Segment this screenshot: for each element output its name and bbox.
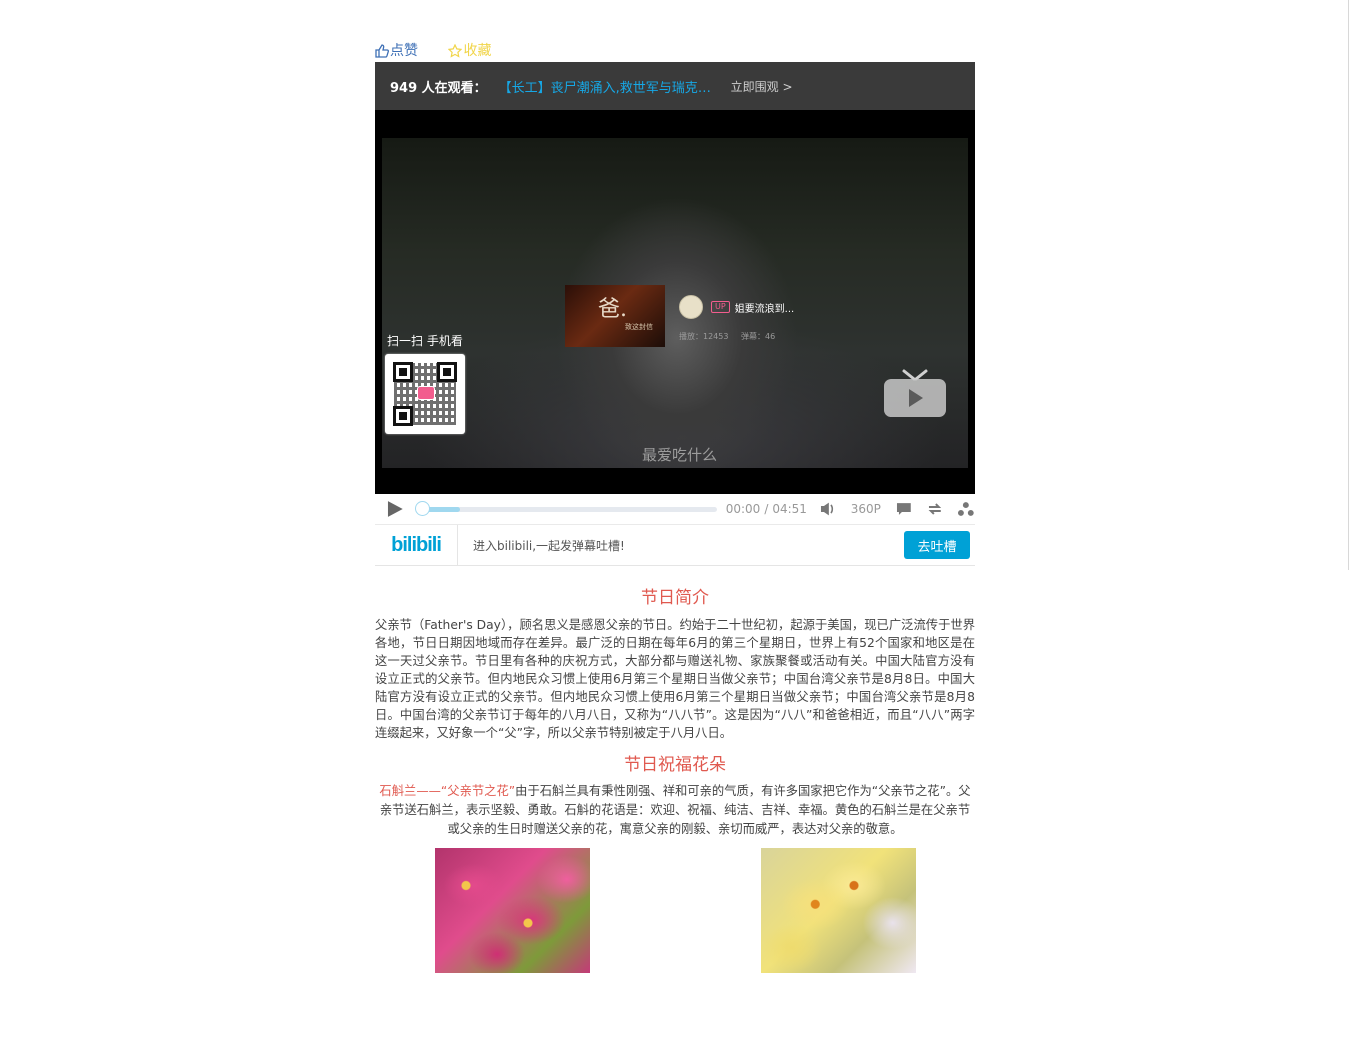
thumbnail-caption: 致这封信: [625, 323, 653, 331]
uploader-name[interactable]: 姐要流浪到...: [735, 300, 795, 315]
avatar[interactable]: [679, 295, 703, 319]
go-comment-button[interactable]: 去吐槽: [904, 531, 970, 559]
tv-play-icon[interactable]: [882, 367, 948, 419]
watching-count: 949 人在观看：: [390, 80, 487, 96]
live-title-link[interactable]: 【长工】丧尸潮涌入,救世军与瑞克团体大战: [499, 77, 721, 96]
danmaku-toggle-icon[interactable]: [896, 502, 912, 516]
volume-icon[interactable]: [820, 502, 836, 516]
favorite-button[interactable]: 收藏: [448, 40, 491, 62]
danmaku-bar: bilibili 进入bilibili,一起发弹幕吐槽! 去吐槽: [375, 525, 975, 566]
time-display: 00:00/04:51: [726, 502, 807, 516]
qr-code[interactable]: [385, 354, 465, 434]
pink-dendrobium-image: [435, 848, 590, 973]
quality-selector[interactable]: 360P: [851, 502, 881, 516]
up-badge: UP: [711, 301, 730, 313]
play-count: 播放：12453: [679, 332, 729, 341]
watch-now-link[interactable]: 立即围观 >: [731, 78, 793, 95]
play-icon[interactable]: [386, 500, 404, 518]
divider: [457, 525, 458, 565]
recommended-thumbnail[interactable]: 爸. 致这封信: [565, 285, 665, 347]
thumbnail-title: 爸.: [598, 297, 627, 322]
recommended-stats: 播放：12453 弹幕：46: [679, 331, 794, 342]
recommended-info: UP 姐要流浪到... 播放：12453 弹幕：46: [679, 285, 794, 347]
time-current: 00:00: [725, 502, 761, 516]
live-banner: 949 人在观看： 【长工】丧尸潮涌入,救世军与瑞克团体大战 立即围观 >: [375, 62, 975, 110]
progress-handle[interactable]: [414, 500, 430, 516]
scrollbar-edge[interactable]: [1348, 0, 1349, 570]
video-frame[interactable]: 爸. 致这封信 UP 姐要流浪到... 播放：12453 弹幕：46 最爱吃什么: [382, 138, 968, 468]
thumbs-up-icon: [375, 44, 389, 58]
recommended-video-card[interactable]: 爸. 致这封信 UP 姐要流浪到... 播放：12453 弹幕：46: [565, 285, 794, 347]
qr-corner: [437, 362, 457, 382]
danmaku-hint[interactable]: 进入bilibili,一起发弹幕吐槽!: [473, 537, 904, 554]
bilibili-logo[interactable]: bilibili: [375, 534, 457, 557]
favorite-label: 收藏: [463, 43, 492, 59]
video-subtitle: 最爱吃什么: [642, 446, 718, 464]
flower-paragraph: 石斛兰——“父亲节之花”由于石斛兰具有秉性刚强、祥和可亲的气质，有许多国家把它作…: [375, 782, 975, 839]
qr-corner: [393, 362, 413, 382]
qr-corner: [393, 406, 413, 426]
time-separator: /: [764, 502, 769, 516]
scan-label: 扫一扫 手机看: [387, 334, 463, 348]
flower-highlight: 石斛兰——“父亲节之花”: [379, 784, 516, 798]
player-controls: 00:00/04:51 360P: [375, 494, 975, 525]
like-button[interactable]: 点赞: [375, 40, 418, 62]
video-player[interactable]: 949 人在观看： 【长工】丧尸潮涌入,救世军与瑞克团体大战 立即围观 > 爸.…: [375, 62, 975, 494]
page-content: 点赞 收藏 949 人在观看： 【长工】丧尸潮涌入,救世军与瑞克团体大战 立即围…: [375, 40, 975, 988]
section-title-flowers: 节日祝福花朵: [624, 755, 726, 775]
danmaku-count: 弹幕：46: [741, 332, 776, 341]
time-total: 04:51: [772, 502, 807, 516]
yellow-dendrobium-image: [761, 848, 916, 973]
flower-photos: [375, 848, 975, 988]
action-bar: 点赞 收藏: [375, 40, 975, 62]
progress-bar[interactable]: [414, 500, 717, 516]
like-label: 点赞: [390, 43, 418, 59]
section-title-intro: 节日简介: [641, 588, 709, 608]
settings-icon[interactable]: [957, 501, 975, 517]
loop-icon[interactable]: [927, 502, 943, 516]
bilibili-tv-icon: [417, 386, 435, 400]
intro-paragraph: 父亲节（Father's Day），顾名思义是感恩父亲的节日。约始于二十世纪初，…: [375, 618, 975, 740]
star-icon: [448, 44, 463, 58]
